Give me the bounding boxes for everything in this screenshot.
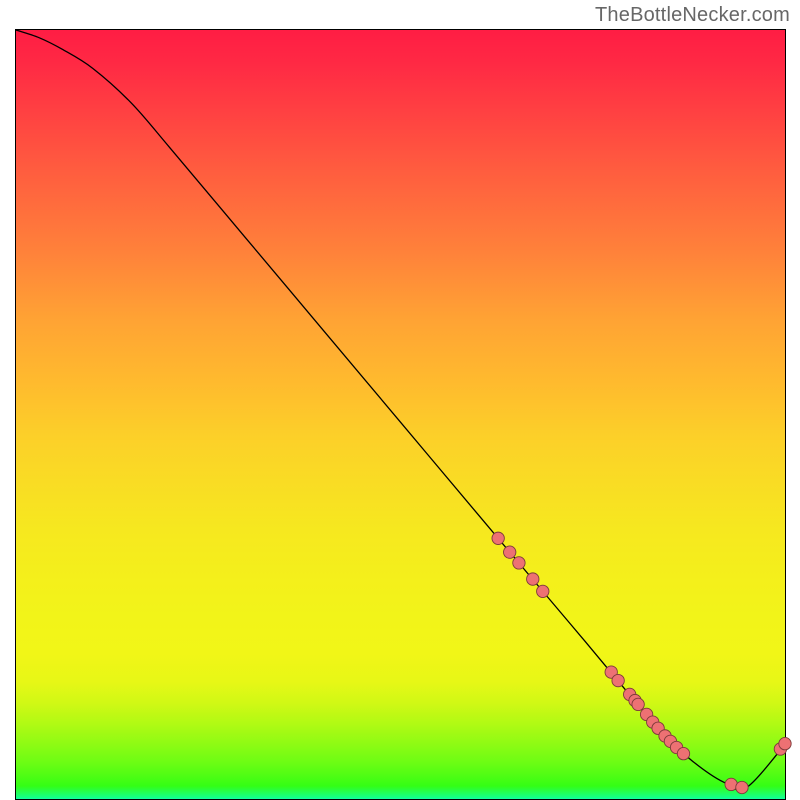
- data-marker: [632, 698, 644, 710]
- plot-area: [15, 29, 786, 800]
- data-marker: [736, 781, 748, 793]
- chart-svg: [16, 30, 785, 799]
- chart-container: TheBottleNecker.com: [0, 0, 800, 800]
- data-marker: [492, 532, 504, 544]
- data-marker: [537, 585, 549, 597]
- curve-line: [16, 30, 785, 790]
- data-marker: [779, 737, 791, 749]
- data-marker: [513, 557, 525, 569]
- data-marker: [504, 546, 516, 558]
- data-marker: [612, 674, 624, 686]
- attribution-label: TheBottleNecker.com: [595, 4, 790, 27]
- markers-group: [492, 532, 791, 794]
- data-marker: [677, 747, 689, 759]
- data-marker: [527, 573, 539, 585]
